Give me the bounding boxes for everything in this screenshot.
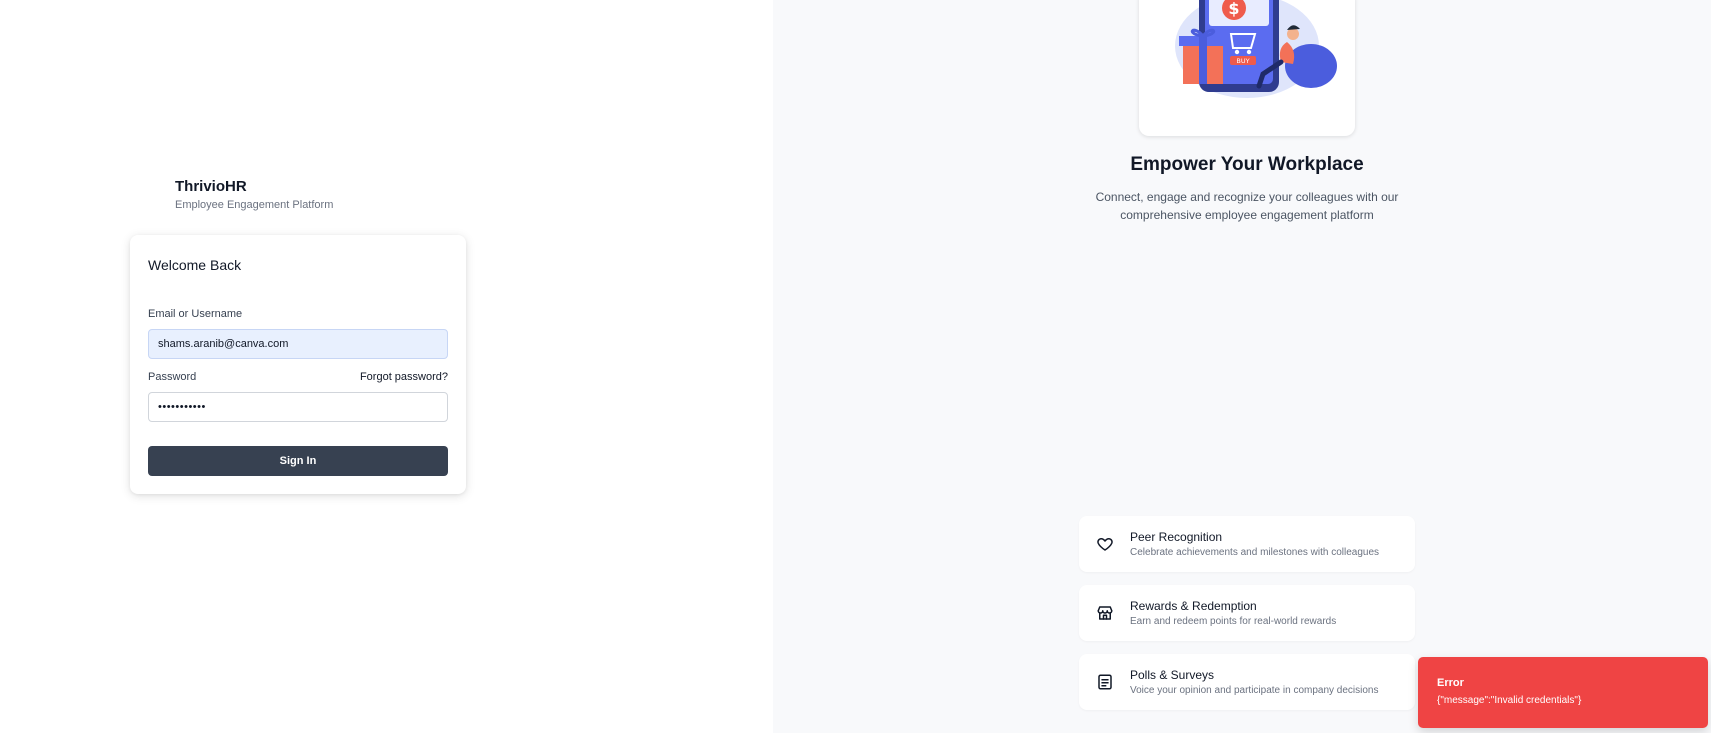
feature-title: Polls & Surveys (1130, 668, 1215, 682)
brand-header: ThrivioHR Employee Engagement Platform (175, 177, 333, 212)
brand-tagline: Employee Engagement Platform (175, 199, 334, 211)
hero-title: Empower Your Workplace (1130, 154, 1364, 175)
hero-illustration-card: $ BUY (1139, 0, 1355, 136)
feature-description: Voice your opinion and participate in co… (1130, 685, 1379, 696)
toast-title: Error (1437, 677, 1464, 689)
toast-message: {"message":"Invalid credentials"} (1437, 695, 1582, 706)
password-label: Password (148, 371, 197, 383)
feature-title: Peer Recognition (1130, 530, 1223, 544)
email-field[interactable] (148, 329, 448, 359)
feature-card-peer-recognition: Peer Recognition Celebrate achievements … (1079, 516, 1415, 572)
feature-card-rewards: Rewards & Redemption Earn and redeem poi… (1079, 585, 1415, 641)
buy-label: BUY (1236, 57, 1249, 65)
hero-subtitle: Connect, engage and recognize your colle… (1095, 190, 1399, 222)
forgot-password-link[interactable]: Forgot password? (360, 371, 448, 383)
error-toast[interactable]: Error {"message":"Invalid credentials"} (1418, 657, 1708, 728)
shopping-illustration: $ BUY (1175, 0, 1337, 98)
feature-description: Earn and redeem points for real-world re… (1130, 616, 1337, 627)
sign-in-button[interactable]: Sign In (148, 446, 448, 476)
email-label: Email or Username (148, 308, 243, 320)
store-icon (1097, 606, 1113, 620)
brand-name: ThrivioHR (175, 178, 247, 195)
password-field[interactable] (148, 392, 448, 422)
feature-description: Celebrate achievements and milestones wi… (1130, 547, 1380, 558)
heart-icon (1097, 538, 1113, 551)
feature-card-polls: Polls & Surveys Voice your opinion and p… (1079, 654, 1415, 710)
document-icon (1098, 674, 1112, 690)
feature-title: Rewards & Redemption (1130, 599, 1257, 613)
svg-text:$: $ (1228, 0, 1239, 18)
login-title: Welcome Back (148, 257, 242, 273)
login-card: Welcome Back Email or Username Password … (130, 235, 466, 494)
